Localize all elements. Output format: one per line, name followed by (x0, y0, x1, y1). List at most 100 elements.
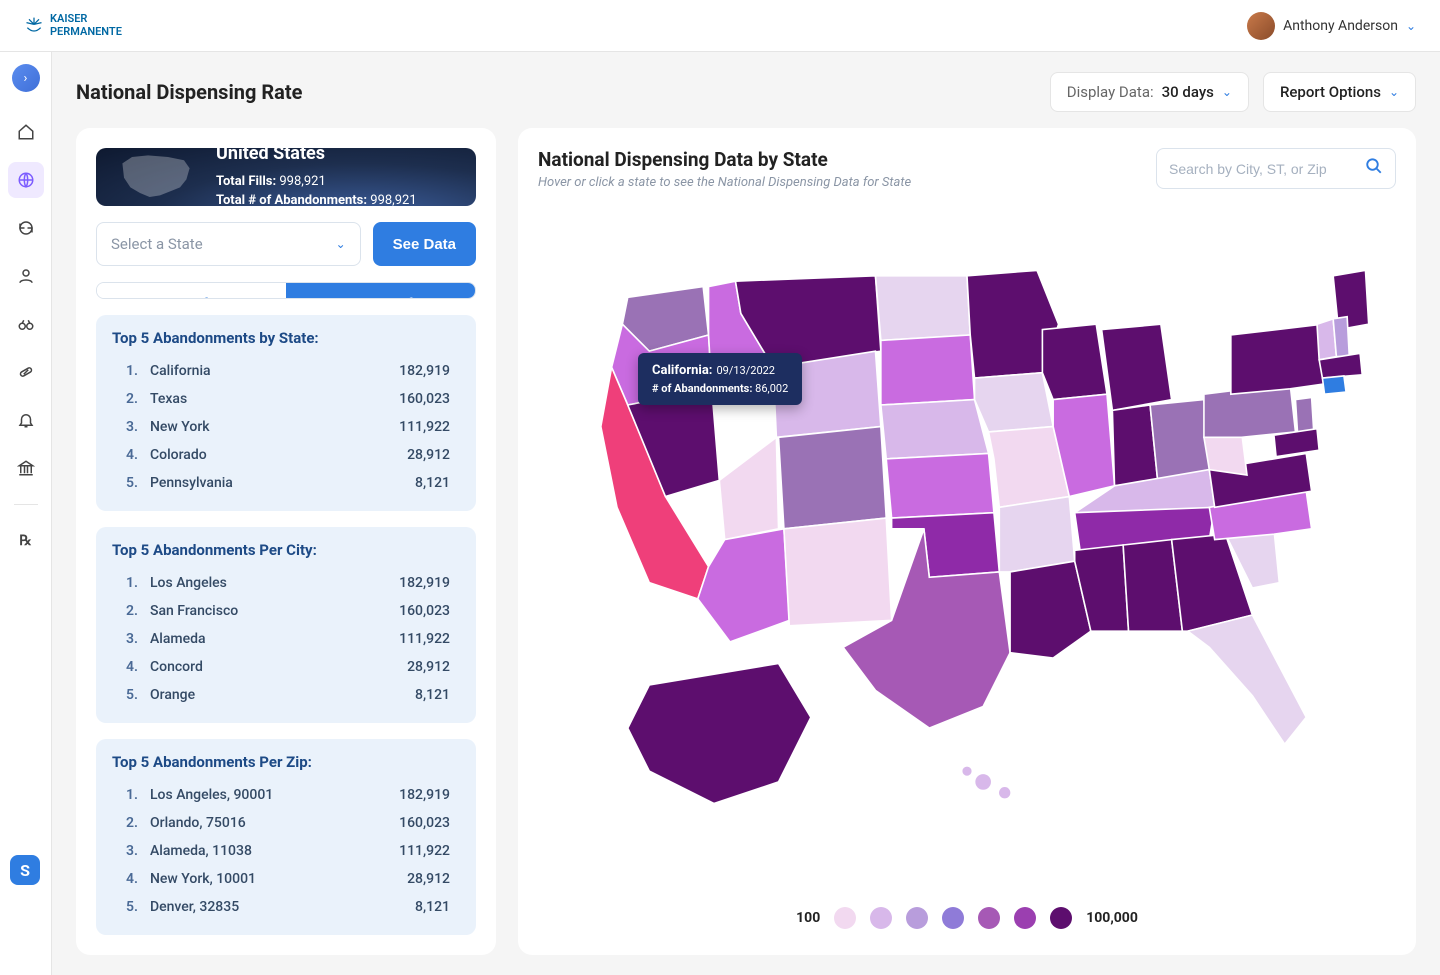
user-menu[interactable]: Anthony Anderson ⌄ (1247, 12, 1416, 40)
item-value: 28,912 (407, 871, 450, 887)
state-nh (1333, 316, 1349, 356)
rank: 5. (126, 475, 144, 491)
legend-min: 100 (796, 910, 820, 926)
hero-country: United States (216, 148, 417, 164)
rank: 4. (126, 447, 144, 463)
item-name: Denver, 32835 (144, 899, 415, 915)
rank: 3. (126, 843, 144, 859)
legend-dot-1 (834, 907, 856, 929)
list-item: 4.Concord28,912 (112, 653, 460, 681)
list-item: 3.Alameda111,922 (112, 625, 460, 653)
sidebar-item-binoculars[interactable] (8, 306, 44, 342)
item-name: New York (144, 419, 399, 435)
top-cities-block: Top 5 Abandonments Per City: 1.Los Angel… (96, 527, 476, 723)
item-name: Orlando, 75016 (144, 815, 399, 831)
kaiser-icon (24, 16, 44, 36)
rank: 3. (126, 419, 144, 435)
state-sd (881, 335, 975, 405)
state-select[interactable]: Select a State ⌄ (96, 222, 361, 266)
item-name: Colorado (144, 447, 407, 463)
map-search[interactable] (1156, 148, 1396, 189)
legend-dot-6 (1014, 907, 1036, 929)
search-input[interactable] (1169, 161, 1355, 177)
pill-icon (17, 363, 35, 381)
state-ok (892, 512, 1000, 577)
chevron-down-icon: ⌄ (336, 237, 346, 251)
rank: 2. (126, 603, 144, 619)
metric-tabs: Total # of Fills Total # of Abandonments (96, 282, 476, 299)
item-value: 8,121 (415, 687, 450, 703)
item-name: Los Angeles (144, 575, 399, 591)
sidebar-item-user[interactable] (8, 258, 44, 294)
list-item: 5.Denver, 328358,121 (112, 893, 460, 921)
sidebar-item-bell[interactable] (8, 402, 44, 438)
topbar: KAISER PERMANENTE Anthony Anderson ⌄ (0, 0, 1440, 52)
map-title: National Dispensing Data by State (538, 148, 911, 171)
item-value: 160,023 (399, 391, 450, 407)
item-name: Alameda (144, 631, 399, 647)
list-item: 4.New York, 1000128,912 (112, 865, 460, 893)
page-header: National Dispensing Rate Display Data: 3… (76, 72, 1416, 112)
state-hi (998, 786, 1011, 799)
hero-banner: United States Total Fills: 998,921 Total… (96, 148, 476, 206)
app-badge[interactable]: S (10, 855, 40, 885)
state-ia (975, 372, 1054, 431)
user-icon (17, 267, 35, 285)
legend-dot-3 (906, 907, 928, 929)
tab-abandonments[interactable]: Total # of Abandonments (286, 283, 475, 299)
rank: 3. (126, 631, 144, 647)
sidebar-toggle[interactable]: › (12, 64, 40, 92)
rank: 1. (126, 575, 144, 591)
top-cities-heading: Top 5 Abandonments Per City: (112, 541, 460, 559)
sidebar-item-globe[interactable] (8, 162, 44, 198)
state-wv (1204, 431, 1247, 474)
report-options-dropdown[interactable]: Report Options ⌄ (1263, 72, 1416, 112)
hero-fills-label: Total Fills: (216, 174, 276, 189)
avatar (1247, 12, 1275, 40)
chevron-down-icon: ⌄ (1222, 85, 1232, 99)
list-item: 2.San Francisco160,023 (112, 597, 460, 625)
list-item: 3.New York111,922 (112, 413, 460, 441)
rank: 2. (126, 815, 144, 831)
item-name: Los Angeles, 90001 (144, 787, 399, 803)
globe-icon (17, 171, 35, 189)
item-value: 182,919 (399, 363, 450, 379)
report-options-label: Report Options (1280, 83, 1381, 101)
state-ct (1322, 375, 1346, 393)
rank: 2. (126, 391, 144, 407)
state-az (698, 528, 790, 641)
us-map[interactable]: California:09/13/2022 # of Abandonments:… (538, 198, 1396, 891)
item-name: Pennsylvania (144, 475, 415, 491)
sidebar-item-bank[interactable] (8, 450, 44, 486)
map-tooltip: California:09/13/2022 # of Abandonments:… (638, 353, 802, 405)
sidebar-item-home[interactable] (8, 114, 44, 150)
top-zips-block: Top 5 Abandonments Per Zip: 1.Los Angele… (96, 739, 476, 935)
list-item: 1.Los Angeles182,919 (112, 569, 460, 597)
sidebar-item-rx[interactable]: ℞ (8, 523, 44, 559)
item-name: California (144, 363, 399, 379)
legend-dot-5 (978, 907, 1000, 929)
rank: 5. (126, 687, 144, 703)
tooltip-metric-label: # of Abandonments: (652, 382, 752, 395)
state-oh (1150, 399, 1209, 480)
sidebar-item-pill[interactable] (8, 354, 44, 390)
sidebar-item-sync[interactable] (8, 210, 44, 246)
item-name: Alameda, 11038 (144, 843, 399, 859)
sync-icon (17, 219, 35, 237)
us-silhouette-icon (116, 148, 196, 206)
item-name: Texas (144, 391, 399, 407)
tooltip-state: California: (652, 363, 712, 378)
see-data-button[interactable]: See Data (373, 222, 476, 266)
chevron-down-icon: ⌄ (1389, 85, 1399, 99)
state-ne (881, 399, 989, 458)
state-nj (1295, 397, 1313, 434)
rank: 4. (126, 871, 144, 887)
item-value: 111,922 (399, 419, 450, 435)
rank: 5. (126, 899, 144, 915)
tab-fills[interactable]: Total # of Fills (97, 283, 286, 299)
chevron-down-icon: ⌄ (1406, 19, 1416, 33)
legend-dot-4 (942, 907, 964, 929)
display-data-dropdown[interactable]: Display Data: 30 days ⌄ (1050, 72, 1249, 112)
state-ks (886, 453, 994, 518)
list-item: 2.Orlando, 75016160,023 (112, 809, 460, 837)
